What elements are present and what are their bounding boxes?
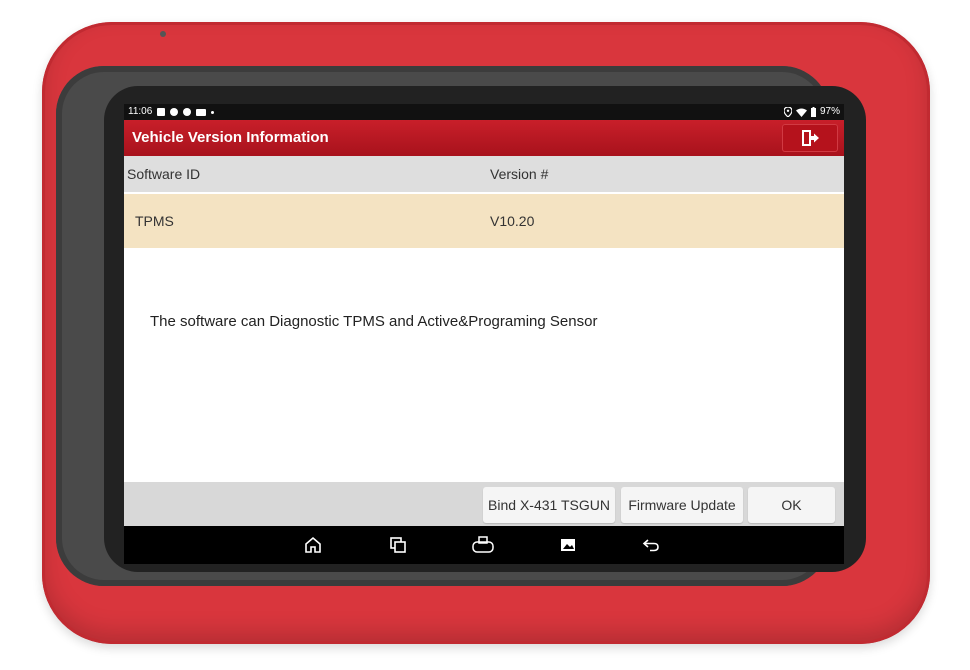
image-icon [157, 108, 166, 116]
vci-icon[interactable] [471, 536, 495, 554]
table-row[interactable]: TPMS V10.20 [124, 194, 844, 248]
wifi-icon [795, 108, 807, 117]
ok-button[interactable]: OK [748, 487, 835, 523]
recents-icon[interactable] [389, 536, 407, 554]
location-icon [783, 107, 792, 117]
gear-icon [170, 108, 179, 116]
battery-icon [810, 107, 816, 117]
battery-level: 97% [819, 106, 840, 117]
camera-icon [160, 31, 166, 37]
back-icon[interactable] [642, 536, 660, 554]
cell-software-id: TPMS [135, 213, 174, 229]
cell-version: V10.20 [490, 213, 535, 229]
exit-button[interactable] [782, 124, 838, 152]
bind-tsgun-button[interactable]: Bind X-431 TSGUN [483, 487, 615, 523]
firmware-update-button[interactable]: Firmware Update [621, 487, 743, 523]
navigation-bar [124, 526, 844, 564]
title-bar: Vehicle Version Information [124, 120, 844, 156]
dot-icon [211, 110, 215, 114]
mail-icon [196, 108, 207, 116]
screenshot-icon[interactable] [559, 536, 577, 554]
status-bar: 11:06 97% [124, 104, 844, 120]
gear-icon [183, 108, 192, 116]
screen: 11:06 97% Vehicle Version Information So… [124, 104, 844, 564]
status-time: 11:06 [128, 106, 153, 117]
software-description: The software can Diagnostic TPMS and Act… [150, 313, 598, 330]
page-title: Vehicle Version Information [132, 129, 329, 146]
column-header-version: Version # [490, 166, 549, 182]
footer-bar: Bind X-431 TSGUN Firmware Update OK [124, 482, 844, 526]
exit-icon [802, 130, 819, 146]
home-icon[interactable] [304, 536, 322, 554]
table-header: Software ID Version # [124, 156, 844, 192]
column-header-software-id: Software ID [127, 166, 201, 182]
